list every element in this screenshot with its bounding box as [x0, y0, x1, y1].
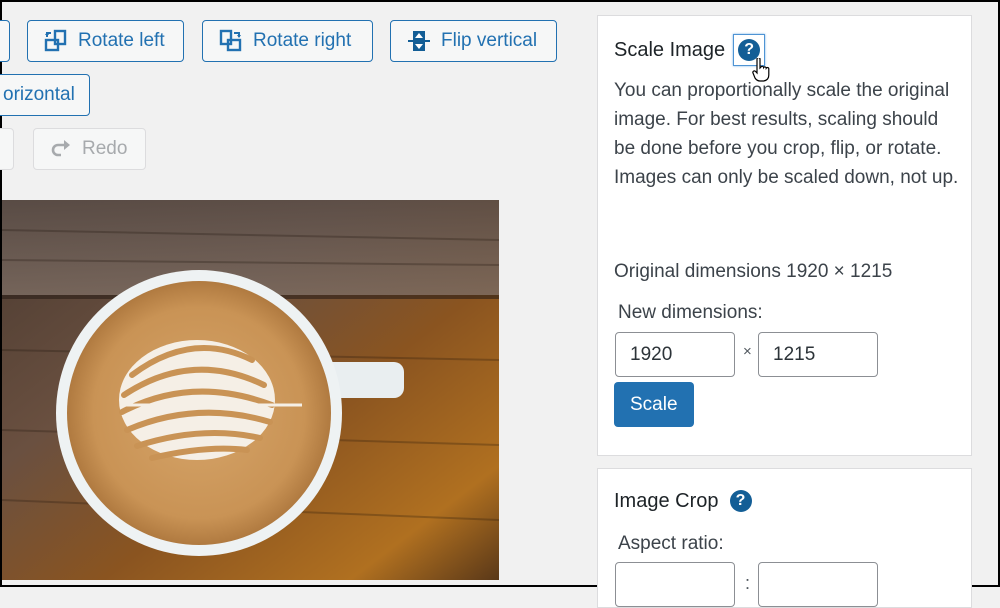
aspect-ratio-label: Aspect ratio:	[618, 533, 724, 554]
redo-label: Redo	[82, 138, 128, 159]
image-crop-heading: Image Crop ?	[614, 487, 755, 515]
flip-vertical-button[interactable]: Flip vertical	[390, 20, 557, 62]
new-dimensions-label: New dimensions:	[618, 302, 763, 323]
scale-description: You can proportionally scale the origina…	[614, 80, 959, 188]
redo-button[interactable]: Redo	[33, 128, 146, 170]
flip-horizontal-button[interactable]: orizontal	[0, 74, 90, 116]
scale-width-input[interactable]	[615, 332, 735, 377]
flip-vertical-label: Flip vertical	[441, 30, 538, 51]
image-crop-panel: Image Crop ? Aspect ratio: :	[597, 468, 972, 608]
scale-image-heading: Scale Image ?	[614, 34, 766, 66]
aspect-ratio-height-input[interactable]	[758, 562, 878, 607]
scale-image-panel: Scale Image ? You can proportionally sca…	[597, 15, 972, 456]
scale-image-title: Scale Image	[614, 38, 726, 61]
flip-horizontal-label: orizontal	[3, 84, 75, 105]
rotate-right-label: Rotate right	[253, 30, 352, 51]
rotate-right-button[interactable]: Rotate right	[202, 20, 373, 62]
ratio-separator: :	[745, 573, 751, 593]
scale-button[interactable]: Scale	[614, 382, 694, 427]
crop-button-partial[interactable]	[0, 20, 10, 62]
flip-vertical-icon	[408, 31, 430, 51]
undo-button[interactable]	[0, 128, 14, 170]
image-crop-title: Image Crop	[614, 489, 719, 512]
scale-height-input[interactable]	[758, 332, 878, 377]
original-dimensions: Original dimensions 1920 × 1215	[614, 261, 893, 282]
redo-icon	[51, 140, 70, 157]
rotate-right-icon	[219, 29, 242, 52]
coffee-photo	[2, 200, 499, 580]
image-preview[interactable]	[2, 200, 499, 580]
dimension-separator: ×	[743, 343, 752, 360]
rotate-left-label: Rotate left	[78, 30, 165, 51]
crop-help-button[interactable]: ?	[727, 487, 755, 515]
aspect-ratio-width-input[interactable]	[615, 562, 735, 607]
rotate-left-button[interactable]: Rotate left	[27, 20, 184, 62]
question-circle-icon: ?	[729, 490, 752, 512]
rotate-left-icon	[44, 29, 67, 52]
